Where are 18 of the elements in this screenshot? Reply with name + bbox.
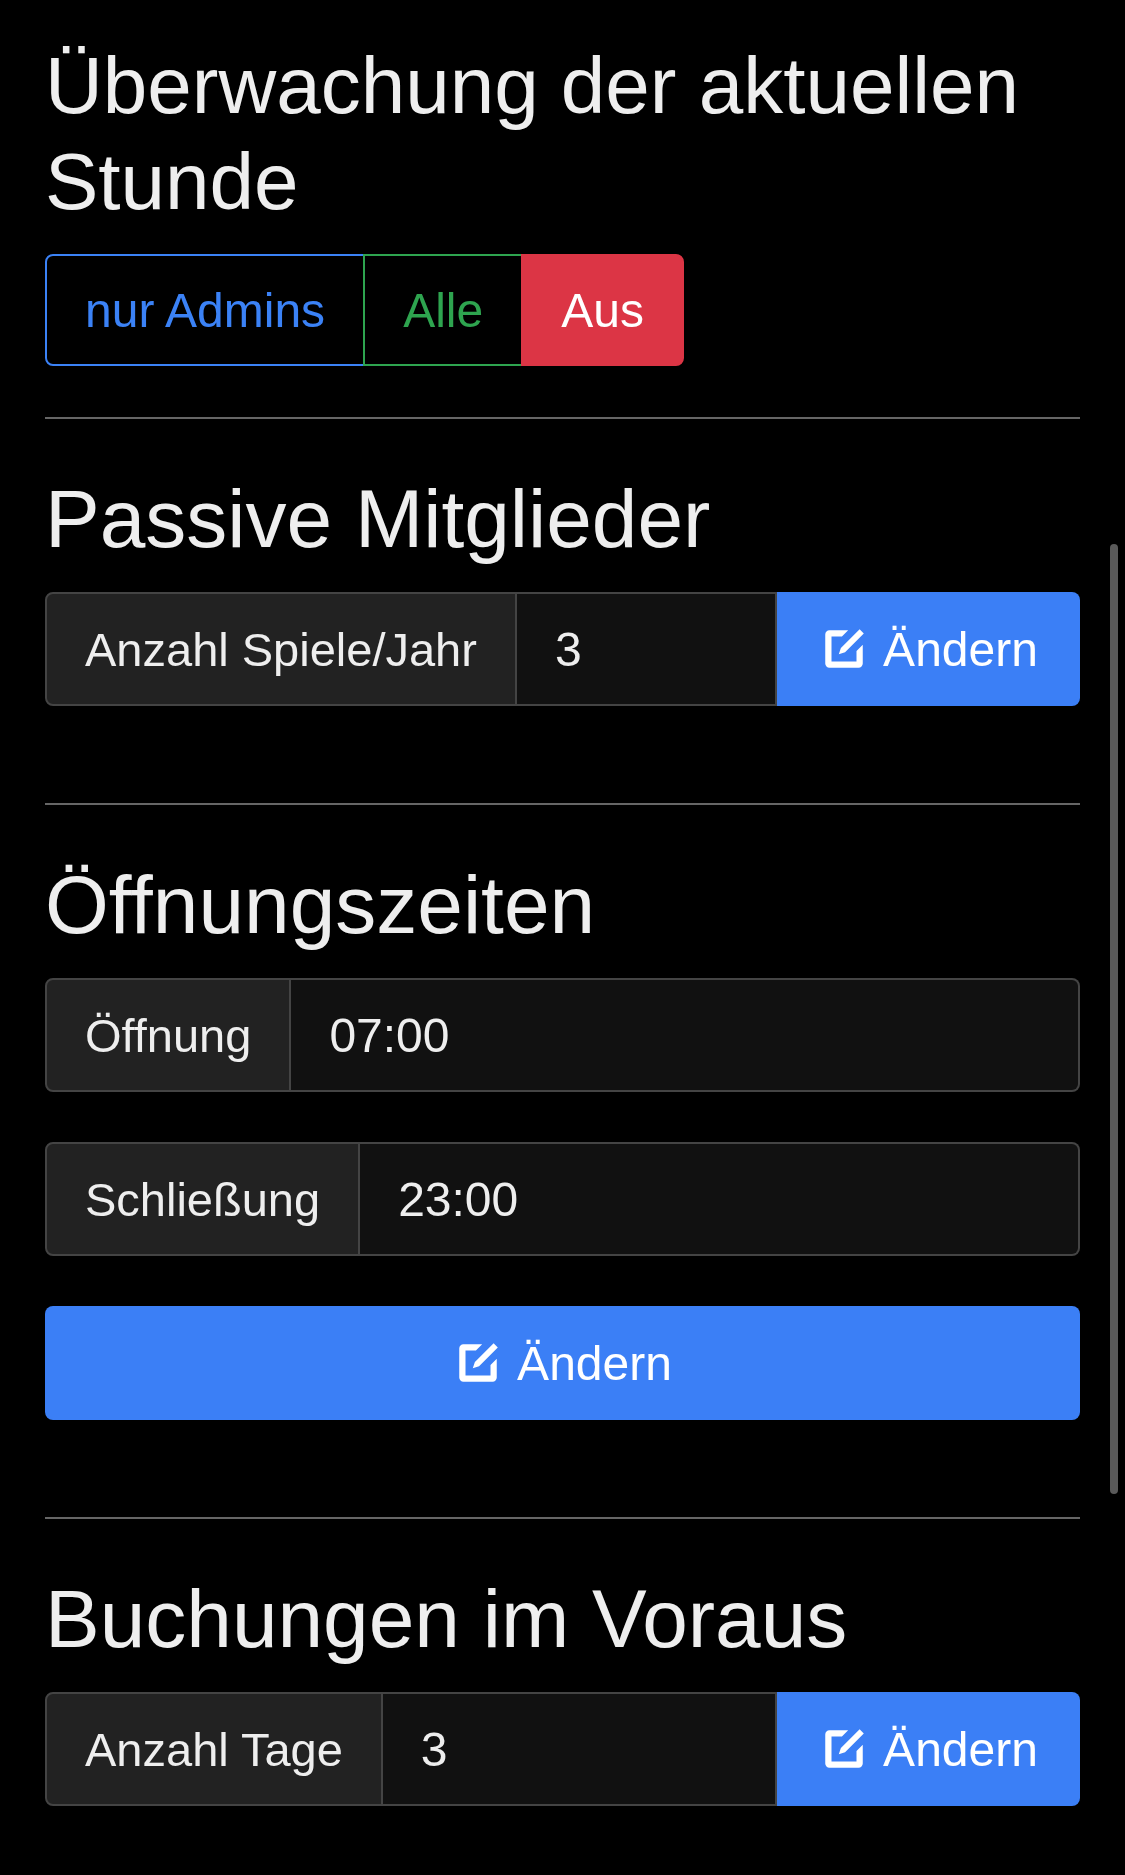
- section-heading: Buchungen im Voraus: [45, 1572, 849, 1666]
- field-label: Öffnung: [45, 978, 292, 1092]
- edit-button[interactable]: Ändern: [777, 592, 1080, 706]
- toggle-option[interactable]: nur Admins: [45, 254, 366, 366]
- edit-button[interactable]: Ändern: [45, 1306, 1080, 1420]
- toggle-option[interactable]: Aus: [521, 254, 684, 366]
- field-label: Schließung: [45, 1142, 361, 1256]
- field-label: Anzahl Tage: [45, 1692, 383, 1806]
- input-field[interactable]: 3: [516, 592, 777, 706]
- scrollbar[interactable]: [1110, 544, 1118, 1494]
- section-heading: Passive Mitglieder: [45, 472, 712, 566]
- edit-button[interactable]: Ändern: [777, 1692, 1080, 1806]
- section-heading: Öffnungszeiten: [45, 858, 597, 952]
- section-heading: Überwachung der aktuellen Stunde: [45, 40, 1020, 228]
- input-field[interactable]: 07:00: [291, 978, 1080, 1092]
- input-field[interactable]: 3: [382, 1692, 777, 1806]
- input-field[interactable]: 23:00: [360, 1142, 1080, 1256]
- field-label: Anzahl Spiele/Jahr: [45, 592, 517, 706]
